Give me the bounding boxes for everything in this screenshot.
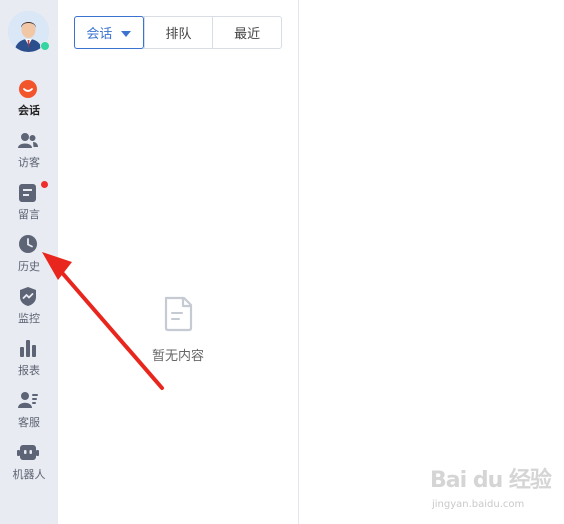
visitors-icon: [18, 133, 38, 148]
sidebar-item-chat[interactable]: 会话: [0, 79, 58, 129]
sidebar-item-label: 会话: [18, 104, 40, 117]
main-content-area: [300, 0, 564, 524]
sidebar-item-label: 机器人: [12, 468, 46, 481]
tab-label: 排队: [165, 27, 192, 42]
left-sidebar: 会话 访客 留言 历史 监控 报表 客服 机器人: [0, 0, 58, 524]
session-list-panel: [58, 0, 299, 524]
message-note-icon: [19, 184, 36, 202]
sidebar-item-label: 访客: [18, 156, 40, 169]
clock-icon: [19, 235, 37, 253]
sidebar-item-agents[interactable]: 客服: [0, 391, 58, 441]
sidebar-item-robot[interactable]: 机器人: [0, 443, 58, 493]
online-status-dot: [40, 41, 50, 51]
sidebar-item-history[interactable]: 历史: [0, 235, 58, 285]
tab-label: 会话: [86, 27, 113, 42]
bar-chart-icon: [20, 340, 36, 357]
chat-bubble-icon: [19, 80, 37, 98]
tab-label: 最近: [234, 27, 261, 42]
sidebar-item-label: 客服: [18, 416, 40, 429]
shield-monitor-icon: [20, 287, 36, 306]
sidebar-item-messages[interactable]: 留言: [0, 181, 58, 233]
sidebar-item-visitors[interactable]: 访客: [0, 131, 58, 181]
sidebar-item-label: 留言: [18, 208, 40, 221]
empty-state-text: 暂无内容: [151, 349, 204, 364]
unread-badge: [41, 181, 48, 188]
tab-chat-dropdown[interactable]: 会话: [74, 16, 144, 49]
tab-queue[interactable]: 排队: [143, 17, 213, 48]
sidebar-item-reports[interactable]: 报表: [0, 339, 58, 389]
sidebar-item-label: 监控: [18, 312, 40, 325]
session-tabs: 会话 排队 最近: [74, 16, 282, 49]
sidebar-item-label: 报表: [18, 364, 40, 377]
tab-recent[interactable]: 最近: [212, 17, 281, 48]
watermark-url: jingyan.baidu.com: [432, 499, 525, 510]
caret-down-icon: [121, 30, 132, 37]
empty-document-icon: [164, 296, 193, 332]
sidebar-item-monitor[interactable]: 监控: [0, 287, 58, 337]
sidebar-item-label: 历史: [18, 260, 40, 273]
agent-icon: [18, 392, 38, 408]
baidu-jingyan-watermark: Bai du 经验: [430, 468, 552, 493]
robot-icon: [17, 445, 39, 460]
